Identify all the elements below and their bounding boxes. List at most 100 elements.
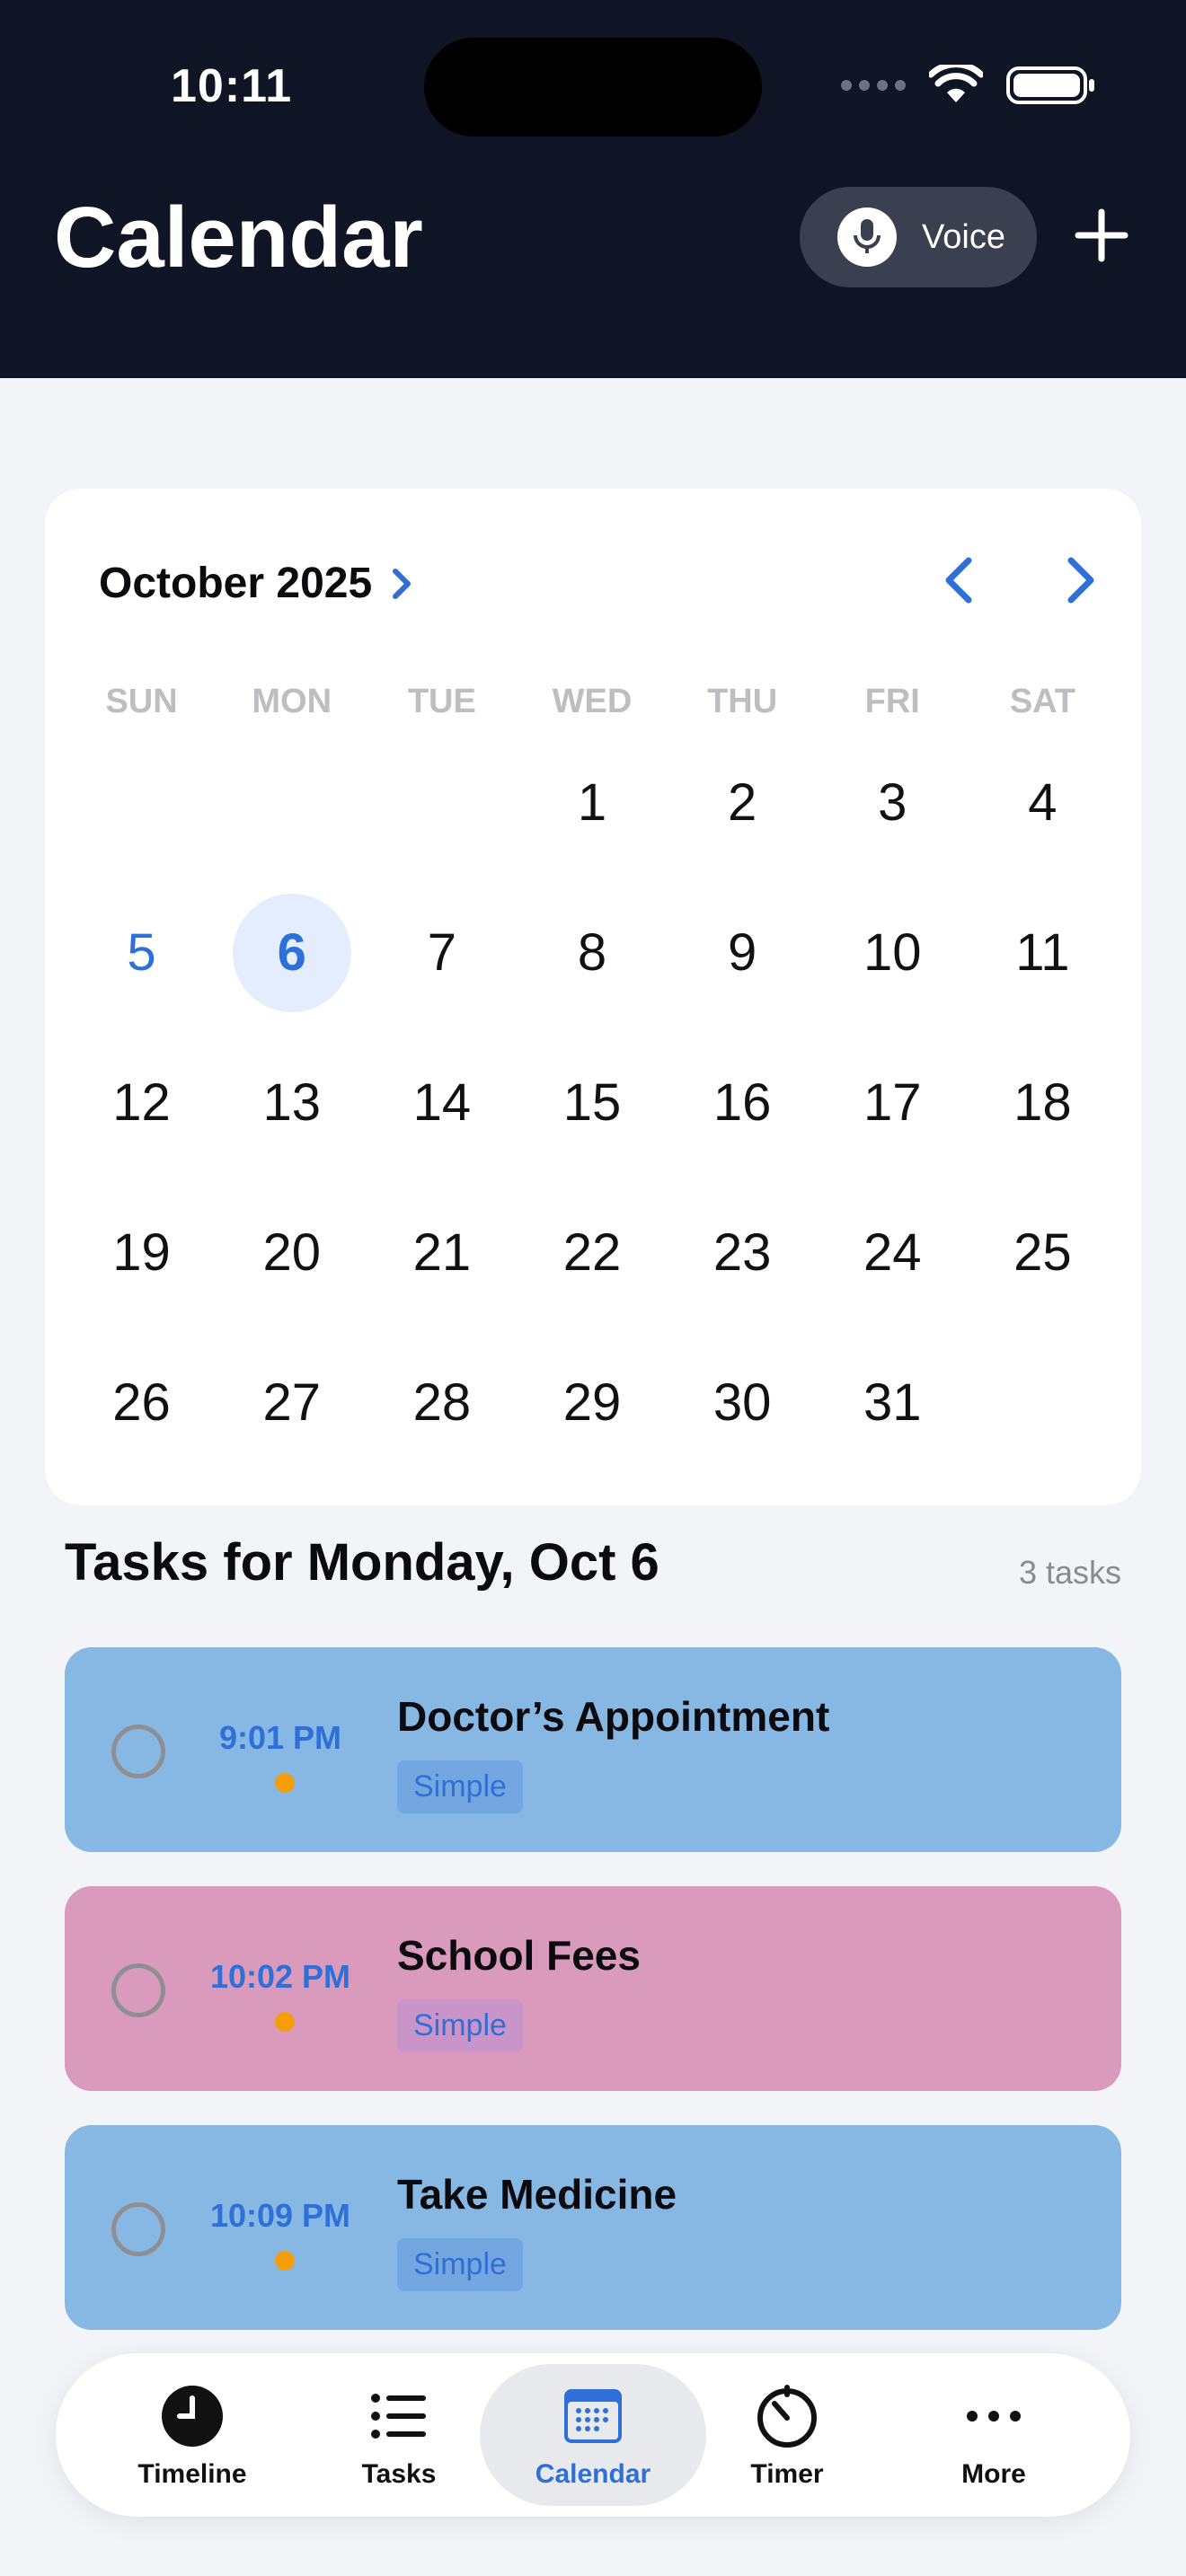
calendar-day[interactable]: 12 [66,1028,217,1178]
calendar-day-number: 3 [878,773,907,832]
calendar-day-number: 4 [1028,773,1058,832]
wifi-icon [929,65,983,102]
calendar-day-empty [66,728,217,878]
status-icons [841,65,1094,106]
calendar-day[interactable]: 14 [367,1028,517,1178]
calendar-day-number: 23 [712,1223,772,1282]
tab-tasks[interactable]: Tasks [286,2364,512,2506]
calendar-day[interactable]: 13 [217,1028,367,1178]
tab-label: Timer [750,2459,824,2489]
weekday-label: TUE [407,683,476,720]
previous-month-icon[interactable] [934,553,988,607]
calendar-day[interactable]: 3 [818,728,968,878]
month-selector[interactable]: October 2025 [99,559,413,608]
calendar-day[interactable]: 2 [668,728,818,878]
calendar-day-number [983,1344,1102,1462]
calendar-day[interactable]: 21 [367,1178,517,1328]
calendar-day-number: 18 [1013,1073,1072,1132]
calendar-day-empty [367,728,517,878]
calendar-day-number: 25 [1013,1223,1072,1282]
calendar-day[interactable]: 4 [968,728,1118,878]
tab-timeline[interactable]: Timeline [79,2364,305,2506]
calendar-day-number: 30 [712,1373,772,1432]
calendar-day[interactable]: 22 [517,1178,667,1328]
microphone-icon [837,207,897,267]
calendar-day[interactable]: 16 [668,1028,818,1178]
task-name: School Fees [397,1932,641,1979]
calendar-day[interactable]: 18 [968,1028,1118,1178]
tab-timer[interactable]: Timer [674,2364,900,2506]
calendar-day[interactable]: 31 [818,1328,968,1478]
calendar-day[interactable]: 6 [217,878,367,1028]
calendar-day[interactable]: 29 [517,1328,667,1478]
clock-icon [162,2386,223,2447]
calendar-day[interactable]: 7 [367,878,517,1028]
calendar-day[interactable]: 1 [517,728,667,878]
task-time: 10:09 PM [209,2197,351,2234]
timer-icon [757,2385,817,2448]
tab-more[interactable]: More [881,2364,1107,2506]
tab-label: Calendar [535,2459,651,2489]
calendar-day-number [383,744,501,862]
task-card[interactable]: 9:01 PM Doctor’s Appointment Simple [65,1647,1121,1852]
more-icon [967,2411,1021,2422]
calendar-day-number: 16 [712,1073,772,1132]
calendar-day[interactable]: 19 [66,1178,217,1328]
weekday-header: SUN MON TUE WED THU FRI SAT [66,683,1118,721]
month-label: October 2025 [99,560,373,607]
calendar-day[interactable]: 8 [517,878,667,1028]
task-time: 10:02 PM [209,1958,351,1995]
calendar-day[interactable]: 15 [517,1028,667,1178]
add-icon[interactable] [1069,203,1134,268]
calendar-day[interactable]: 27 [217,1328,367,1478]
calendar-day[interactable]: 9 [668,878,818,1028]
priority-dot [275,1773,295,1793]
calendar-day-number: 10 [863,923,922,982]
weekday-label: THU [707,683,778,720]
weekday-label: SUN [105,683,178,720]
calendar-day[interactable]: 28 [367,1328,517,1478]
tab-calendar[interactable]: Calendar [480,2364,706,2506]
calendar-day[interactable]: 11 [968,878,1118,1028]
priority-dot [275,2251,295,2271]
battery-icon [1006,66,1094,104]
calendar-day[interactable]: 23 [668,1178,818,1328]
calendar-day-number: 31 [863,1373,922,1432]
calendar-day[interactable]: 30 [668,1328,818,1478]
tasks-section-title: Tasks for Monday, Oct 6 [65,1533,659,1592]
task-time: 9:01 PM [218,1719,342,1756]
calendar-day-number: 15 [562,1073,622,1132]
calendar-day-number: 21 [412,1223,472,1282]
calendar-day[interactable]: 25 [968,1178,1118,1328]
calendar-day-number: 7 [427,923,456,982]
voice-button-label: Voice [922,217,1005,256]
tab-label: More [961,2459,1026,2489]
tab-label: Tasks [361,2459,437,2489]
voice-button[interactable]: Voice [800,187,1037,287]
calendar-day[interactable]: 20 [217,1178,367,1328]
calendar-day[interactable]: 5 [66,878,217,1028]
calendar-day-number: 2 [727,773,757,832]
calendar-card: October 2025 SUN MON TUE WED THU FRI SAT 12345… [45,489,1141,1505]
calendar-day[interactable]: 24 [818,1178,968,1328]
calendar-day[interactable]: 10 [818,878,968,1028]
calendar-day-number: 26 [112,1373,171,1432]
calendar-day-number: 27 [262,1373,321,1432]
weekday-label: SAT [1009,683,1075,720]
page-title: Calendar [54,190,423,286]
task-type-tag: Simple [397,2238,523,2291]
calendar-day[interactable]: 26 [66,1328,217,1478]
weekday-label: WED [552,683,633,720]
calendar-day-number: 22 [562,1223,622,1282]
app-header: 10:11 Calendar Voice [0,0,1186,378]
task-complete-toggle[interactable] [111,1963,165,2017]
status-time: 10:11 [171,60,293,112]
weekday-label: FRI [864,683,920,720]
chevron-right-icon [393,568,412,599]
task-complete-toggle[interactable] [111,2202,165,2256]
task-card[interactable]: 10:09 PM Take Medicine Simple [65,2125,1121,2330]
calendar-day[interactable]: 17 [818,1028,968,1178]
task-complete-toggle[interactable] [111,1725,165,1778]
task-card[interactable]: 10:02 PM School Fees Simple [65,1886,1121,2091]
next-month-icon[interactable] [1051,553,1105,607]
